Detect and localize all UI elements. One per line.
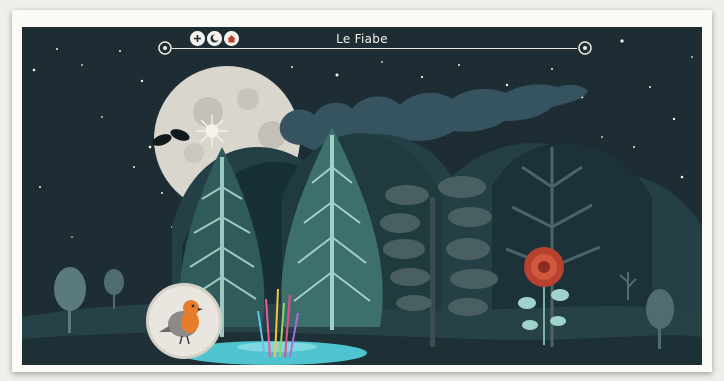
character-button[interactable] [146, 283, 222, 359]
night-forest-illustration [22, 39, 702, 365]
swirl-ornament-icon [578, 41, 592, 55]
robin-bird-icon [159, 300, 203, 345]
top-bar: Le Fiabe [22, 27, 702, 67]
story-scene [22, 27, 702, 365]
title-rule [172, 48, 577, 49]
story-title: Le Fiabe [336, 32, 388, 46]
